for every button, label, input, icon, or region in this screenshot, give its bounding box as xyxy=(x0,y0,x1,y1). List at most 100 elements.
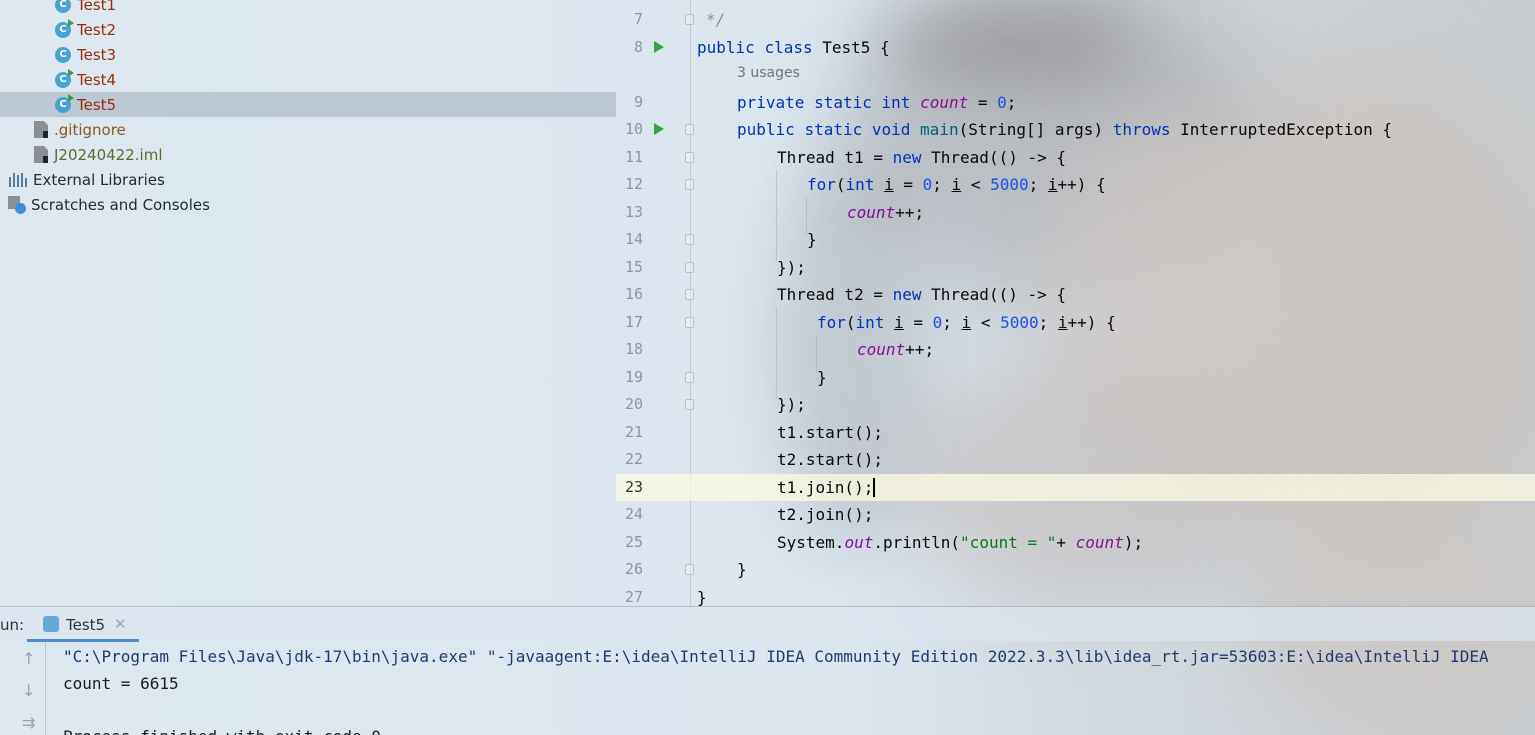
code-text: System.out.println("count = "+ count); xyxy=(777,533,1144,552)
module-file-icon xyxy=(34,146,48,163)
fold-marker-icon[interactable] xyxy=(685,372,694,383)
tree-item-label: Test3 xyxy=(77,45,117,64)
line-number: 24 xyxy=(624,505,643,523)
tree-item-label: Test4 xyxy=(77,70,117,89)
usages-hint[interactable]: 3 usages xyxy=(737,65,800,81)
code-text: t1.join(); xyxy=(777,478,876,497)
line-number: 27 xyxy=(624,588,643,606)
scroll-up-icon[interactable]: ↑ xyxy=(22,649,35,668)
code-text: count++; xyxy=(857,340,935,359)
fold-marker-icon[interactable] xyxy=(685,289,694,300)
run-tool-window-header: un: Test5 ✕ xyxy=(0,606,1535,642)
line-number: 20 xyxy=(624,395,643,413)
line-number: 8 xyxy=(633,38,643,56)
code-line: 16 Thread t2 = new Thread(() -> { xyxy=(616,281,1535,308)
line-number: 26 xyxy=(624,560,643,578)
line-number: 14 xyxy=(624,230,643,248)
run-main-icon[interactable] xyxy=(654,123,664,135)
comment-end: */ xyxy=(706,10,726,29)
line-number: 7 xyxy=(633,10,643,28)
run-toolbar: ↑ ↓ ⇉ xyxy=(0,641,46,735)
code-line: 8 public class Test5 { xyxy=(616,34,1535,61)
fold-marker-icon[interactable] xyxy=(685,179,694,190)
tree-item-test3[interactable]: C Test3 xyxy=(0,42,616,67)
run-config-icon xyxy=(43,616,59,632)
tree-item-external-libraries[interactable]: External Libraries xyxy=(0,167,616,192)
line-number: 11 xyxy=(624,148,643,166)
tree-item-test2[interactable]: C Test2 xyxy=(0,17,616,42)
run-class-icon[interactable] xyxy=(654,41,664,53)
class-icon: C xyxy=(55,0,71,13)
current-code-line: 23 t1.join(); xyxy=(616,474,1535,501)
tree-item-test1[interactable]: C Test1 xyxy=(0,0,616,17)
text-caret xyxy=(873,478,876,497)
code-text: Thread t1 = new Thread(() -> { xyxy=(777,148,1066,167)
close-icon[interactable]: ✕ xyxy=(114,615,127,633)
code-line: 27 } xyxy=(616,584,1535,606)
line-number: 18 xyxy=(624,340,643,358)
code-line: 7 */ xyxy=(616,6,1535,33)
code-line: 9 private static int count = 0; xyxy=(616,89,1535,116)
code-text: for(int i = 0; i < 5000; i++) { xyxy=(807,175,1106,194)
line-number: 17 xyxy=(624,313,643,331)
scratches-icon xyxy=(8,195,26,214)
tree-item-label: .gitignore xyxy=(54,120,126,139)
line-number: 16 xyxy=(624,285,643,303)
ignore-file-icon xyxy=(34,121,48,138)
libraries-icon xyxy=(9,172,27,187)
line-number: 23 xyxy=(624,478,643,496)
tree-item-test4[interactable]: C Test4 xyxy=(0,67,616,92)
fold-marker-icon[interactable] xyxy=(685,152,694,163)
code-text: count++; xyxy=(847,203,925,222)
runnable-class-icon: C xyxy=(55,18,74,38)
line-number: 19 xyxy=(624,368,643,386)
line-number: 15 xyxy=(624,258,643,276)
code-text: t1.start(); xyxy=(777,423,883,442)
code-text: } xyxy=(737,560,747,579)
code-text: }); xyxy=(777,395,806,414)
tree-item-label: External Libraries xyxy=(33,170,165,189)
code-line: 15 }); xyxy=(616,254,1535,281)
run-tab-test5[interactable]: Test5 ✕ xyxy=(27,607,139,642)
code-line: 19 } xyxy=(616,364,1535,391)
fold-marker-icon[interactable] xyxy=(685,564,694,575)
class-icon: C xyxy=(55,46,71,63)
scroll-down-icon[interactable]: ↓ xyxy=(22,681,35,700)
line-number: 22 xyxy=(624,450,643,468)
code-text: }); xyxy=(777,258,806,277)
code-text: t2.start(); xyxy=(777,450,883,469)
console-output-line: count = 6615 xyxy=(63,674,179,693)
code-line: 22 t2.start(); xyxy=(616,446,1535,473)
console-command-line: "C:\Program Files\Java\jdk-17\bin\java.e… xyxy=(63,647,1489,666)
console-finish-line: Process finished with exit code 0 xyxy=(63,727,381,735)
console-output[interactable]: "C:\Program Files\Java\jdk-17\bin\java.e… xyxy=(46,641,1535,735)
fold-marker-icon[interactable] xyxy=(685,234,694,245)
fold-marker-icon[interactable] xyxy=(685,124,694,135)
tree-item-label: Test1 xyxy=(77,0,117,14)
code-line: 12 for(int i = 0; i < 5000; i++) { xyxy=(616,171,1535,198)
tree-item-label: J20240422.iml xyxy=(54,145,163,164)
line-number: 21 xyxy=(624,423,643,441)
line-number: 10 xyxy=(624,120,643,138)
tree-item-label: Test5 xyxy=(77,95,117,114)
fold-marker-icon[interactable] xyxy=(685,14,694,25)
project-tree: C Test1 C Test2 C Test3 C Test4 C Test5 … xyxy=(0,0,616,606)
fold-marker-icon[interactable] xyxy=(685,262,694,273)
soft-wrap-icon[interactable]: ⇉ xyxy=(22,713,35,732)
fold-marker-icon[interactable] xyxy=(685,317,694,328)
code-text: public static void main(String[] args) t… xyxy=(737,120,1393,139)
tree-item-label: Test2 xyxy=(77,20,117,39)
fold-marker-icon[interactable] xyxy=(685,399,694,410)
code-text: for(int i = 0; i < 5000; i++) { xyxy=(817,313,1116,332)
tree-item-iml[interactable]: J20240422.iml xyxy=(0,142,616,167)
code-line: 18 count++; xyxy=(616,336,1535,363)
code-line: 13 count++; xyxy=(616,199,1535,226)
runnable-class-icon: C xyxy=(55,93,74,113)
code-line: 26 } xyxy=(616,556,1535,583)
tree-item-scratches[interactable]: Scratches and Consoles xyxy=(0,192,616,217)
code-line: 24 t2.join(); xyxy=(616,501,1535,528)
tree-item-test5[interactable]: C Test5 xyxy=(0,92,616,117)
code-line: 11 Thread t1 = new Thread(() -> { xyxy=(616,144,1535,171)
code-text: } xyxy=(817,368,827,387)
tree-item-gitignore[interactable]: .gitignore xyxy=(0,117,616,142)
